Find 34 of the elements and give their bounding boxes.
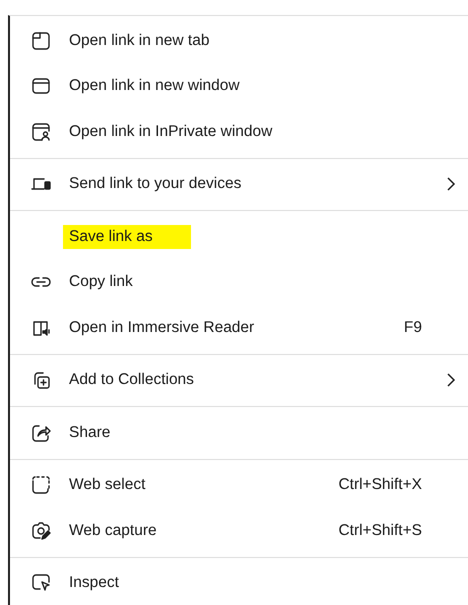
- menu-item-label: Web select: [68, 475, 146, 496]
- dashed-select-icon: [30, 475, 50, 496]
- menu-item[interactable]: Share: [10, 410, 468, 456]
- menu-item-label: Open link in new tab: [68, 30, 210, 51]
- menu-item-label: Open link in new window: [68, 76, 241, 96]
- camera-pen-icon: [30, 520, 50, 541]
- private-window-icon: [30, 122, 50, 142]
- menu-item-label: Save link as: [63, 224, 191, 249]
- menu-item[interactable]: Open link in new tab: [10, 18, 468, 64]
- menu-item-label: Open link in InPrivate window: [68, 122, 274, 142]
- shortcut-label: Ctrl+Shift+S: [338, 522, 422, 540]
- menu-item[interactable]: Open link in new window: [10, 64, 468, 109]
- cursor-window-icon: [30, 573, 50, 594]
- menu-item-label: Open in Immersive Reader: [68, 318, 256, 338]
- share-icon: [30, 422, 50, 443]
- menu-item[interactable]: Inspect: [10, 560, 468, 605]
- menu-item[interactable]: Open in Immersive Reader F9: [10, 305, 468, 350]
- menu-item-label: Share: [68, 422, 112, 443]
- menu-item[interactable]: Web capture Ctrl+Shift+S: [10, 508, 468, 554]
- menu-item[interactable]: Open link in InPrivate window: [10, 109, 468, 154]
- menu-item-label: Add to Collections: [68, 370, 195, 390]
- menu-item-label: Copy link: [68, 272, 134, 292]
- menu-item[interactable]: Copy link: [10, 260, 468, 305]
- menu-item[interactable]: Save link as: [10, 214, 468, 260]
- menu-item-label: Web capture: [68, 520, 158, 541]
- menu-item[interactable]: Web select Ctrl+Shift+X: [10, 462, 468, 508]
- tab-icon: [30, 30, 50, 51]
- menu-item-label: Inspect: [68, 573, 120, 594]
- menu-item-label: Send link to your devices: [68, 174, 242, 194]
- shortcut-label: F9: [404, 318, 422, 337]
- window-icon: [30, 76, 50, 96]
- menu-item[interactable]: Send link to your devices: [10, 162, 468, 207]
- menu-item[interactable]: Add to Collections: [10, 358, 468, 403]
- shortcut-label: Ctrl+Shift+X: [338, 476, 422, 494]
